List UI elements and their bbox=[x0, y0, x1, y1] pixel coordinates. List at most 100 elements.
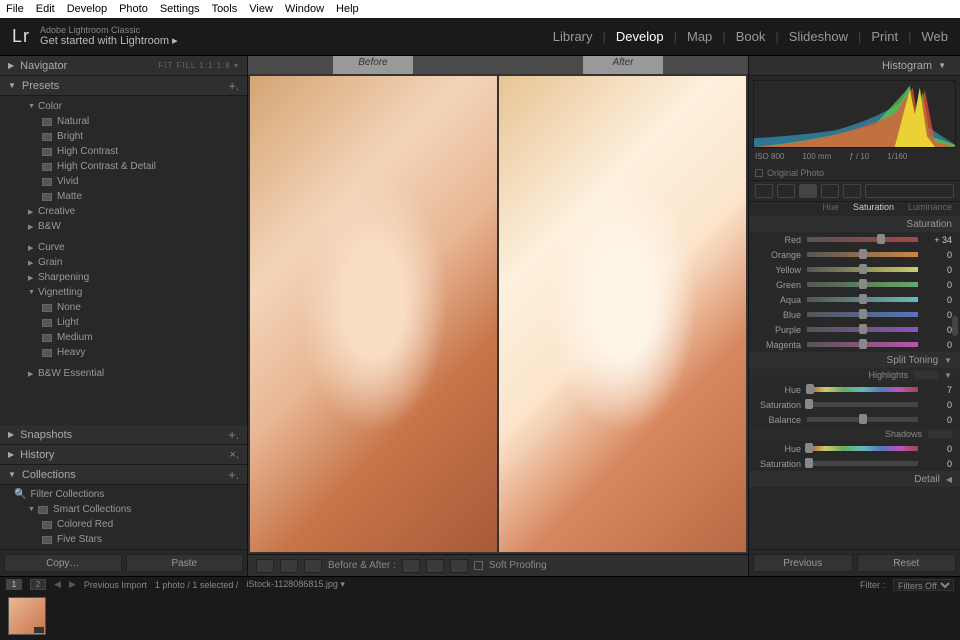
filename-label[interactable]: iStock-1128086815.jpg ▾ bbox=[246, 579, 344, 590]
tab-saturation[interactable]: Saturation bbox=[853, 202, 894, 216]
preset-group[interactable]: ▼Color bbox=[0, 99, 247, 114]
filter-select[interactable]: Filters Off bbox=[893, 579, 954, 591]
module-map[interactable]: Map bbox=[687, 29, 712, 44]
slider-value[interactable]: 0 bbox=[924, 295, 952, 305]
snapshots-header[interactable]: ▶ Snapshots +. bbox=[0, 425, 247, 445]
detail-header[interactable]: Detail◀ bbox=[749, 471, 960, 487]
loupe-view-icon[interactable] bbox=[256, 559, 274, 573]
add-snapshot-icon[interactable]: +. bbox=[229, 428, 239, 442]
slider-knob[interactable] bbox=[859, 264, 867, 274]
module-print[interactable]: Print bbox=[871, 29, 898, 44]
add-collection-icon[interactable]: +. bbox=[229, 468, 239, 482]
histogram-display[interactable] bbox=[753, 80, 956, 148]
paste-button[interactable]: Paste bbox=[126, 554, 244, 572]
next-arrow-icon[interactable]: ▶ bbox=[69, 579, 76, 590]
source-label[interactable]: Previous Import bbox=[84, 580, 147, 590]
slider-value[interactable]: 0 bbox=[924, 265, 952, 275]
module-library[interactable]: Library bbox=[553, 29, 593, 44]
gradient-tool-icon[interactable] bbox=[821, 184, 839, 198]
slider-track[interactable] bbox=[807, 342, 918, 347]
slider-track[interactable] bbox=[807, 461, 918, 466]
slider-knob[interactable] bbox=[805, 458, 813, 468]
clear-history-icon[interactable]: ×. bbox=[230, 449, 239, 461]
module-slideshow[interactable]: Slideshow bbox=[789, 29, 848, 44]
slider-knob[interactable] bbox=[877, 234, 885, 244]
menu-edit[interactable]: Edit bbox=[36, 3, 55, 15]
preset-group[interactable]: ▶Creative bbox=[0, 204, 247, 219]
slider-value[interactable]: 0 bbox=[924, 250, 952, 260]
preset-item[interactable]: Light bbox=[0, 315, 247, 330]
navigator-header[interactable]: ▶ Navigator FIT FILL 1:1 1:8 ▾ bbox=[0, 56, 247, 76]
preset-item[interactable]: None bbox=[0, 300, 247, 315]
before-image[interactable] bbox=[250, 76, 497, 552]
smart-collections-folder[interactable]: ▼ Smart Collections bbox=[0, 502, 247, 517]
slider-value[interactable]: 7 bbox=[924, 385, 952, 395]
ba-copy-icon[interactable] bbox=[426, 559, 444, 573]
thumbnail[interactable] bbox=[8, 597, 46, 635]
ba-swap-icon[interactable] bbox=[402, 559, 420, 573]
slider-track[interactable] bbox=[807, 282, 918, 287]
soft-proofing-checkbox[interactable] bbox=[474, 561, 483, 570]
tab-hue[interactable]: Hue bbox=[822, 202, 839, 216]
slider-value[interactable]: 0 bbox=[924, 444, 952, 454]
slider-track[interactable] bbox=[807, 387, 918, 392]
preset-group[interactable]: ▶B&W bbox=[0, 219, 247, 234]
preset-group[interactable]: ▶Curve bbox=[0, 240, 247, 255]
slider-knob[interactable] bbox=[859, 414, 867, 424]
after-image[interactable] bbox=[499, 76, 746, 552]
module-web[interactable]: Web bbox=[922, 29, 949, 44]
preset-group[interactable]: ▶Grain bbox=[0, 255, 247, 270]
redeye-tool-icon[interactable] bbox=[799, 184, 817, 198]
slider-track[interactable] bbox=[807, 252, 918, 257]
presets-header[interactable]: ▼ Presets +. bbox=[0, 76, 247, 96]
histogram-header[interactable]: Histogram ▼ bbox=[749, 56, 960, 76]
radial-tool-icon[interactable] bbox=[843, 184, 861, 198]
menu-settings[interactable]: Settings bbox=[160, 3, 200, 15]
slider-track[interactable] bbox=[807, 402, 918, 407]
ba-copy-settings-icon[interactable] bbox=[450, 559, 468, 573]
preset-item[interactable]: High Contrast bbox=[0, 144, 247, 159]
slider-track[interactable] bbox=[807, 312, 918, 317]
spot-tool-icon[interactable] bbox=[777, 184, 795, 198]
preset-item[interactable]: Bright bbox=[0, 129, 247, 144]
grid-page-2[interactable]: 2 bbox=[30, 579, 46, 590]
app-getting-started-link[interactable]: Get started with Lightroom ▸ bbox=[40, 35, 178, 48]
slider-track[interactable] bbox=[807, 267, 918, 272]
module-develop[interactable]: Develop bbox=[616, 29, 664, 44]
slider-value[interactable]: 0 bbox=[924, 415, 952, 425]
shadow-swatch[interactable] bbox=[928, 430, 952, 438]
slider-value[interactable]: 0 bbox=[924, 280, 952, 290]
slider-knob[interactable] bbox=[805, 443, 813, 453]
previous-button[interactable]: Previous bbox=[753, 554, 853, 572]
preset-group[interactable]: ▼Vignetting bbox=[0, 285, 247, 300]
slider-track[interactable] bbox=[807, 297, 918, 302]
slider-knob[interactable] bbox=[859, 309, 867, 319]
slider-track[interactable] bbox=[807, 327, 918, 332]
reset-button[interactable]: Reset bbox=[857, 554, 957, 572]
slider-value[interactable]: 0 bbox=[924, 459, 952, 469]
scrollbar-thumb[interactable] bbox=[952, 316, 958, 336]
prev-arrow-icon[interactable]: ◀ bbox=[54, 579, 61, 590]
menu-window[interactable]: Window bbox=[285, 3, 324, 15]
preset-item[interactable]: Natural bbox=[0, 114, 247, 129]
split-view-icon[interactable] bbox=[304, 559, 322, 573]
split-toning-header[interactable]: Split Toning▼ bbox=[749, 352, 960, 368]
slider-value[interactable]: 0 bbox=[924, 310, 952, 320]
menu-develop[interactable]: Develop bbox=[67, 3, 107, 15]
slider-knob[interactable] bbox=[859, 324, 867, 334]
navigator-zoom-options[interactable]: FIT FILL 1:1 1:8 ▾ bbox=[158, 61, 239, 70]
menu-help[interactable]: Help bbox=[336, 3, 359, 15]
menu-file[interactable]: File bbox=[6, 3, 24, 15]
collections-header[interactable]: ▼ Collections +. bbox=[0, 465, 247, 485]
slider-knob[interactable] bbox=[859, 294, 867, 304]
preset-item[interactable]: Heavy bbox=[0, 345, 247, 360]
copy-button[interactable]: Copy… bbox=[4, 554, 122, 572]
slider-knob[interactable] bbox=[859, 249, 867, 259]
menu-tools[interactable]: Tools bbox=[212, 3, 238, 15]
collection-item[interactable]: Five Stars bbox=[0, 532, 247, 547]
original-photo-checkbox[interactable] bbox=[755, 169, 763, 177]
module-book[interactable]: Book bbox=[736, 29, 766, 44]
slider-knob[interactable] bbox=[805, 399, 813, 409]
slider-track[interactable] bbox=[807, 417, 918, 422]
brush-tool-icon[interactable] bbox=[865, 184, 954, 198]
